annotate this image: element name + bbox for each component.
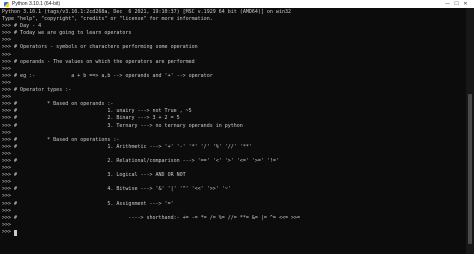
console-line-text: Python 3.10.1 (tags/v3.10.1:2cd268a, Dec…	[2, 9, 291, 15]
console-line: >>> # operands - The values on which the…	[2, 59, 464, 66]
console-line: Type "help", "copyright", "credits" or "…	[2, 16, 464, 23]
console-line: >>>	[2, 193, 464, 200]
console-line: >>>	[2, 37, 464, 44]
console-line: >>> # eg :- a + b ==> a,b --> operands a…	[2, 73, 464, 80]
console-line: >>> # * Based on operands :-	[2, 101, 464, 108]
console-line-text: >>> # 2. Binary ---> 3 + 2 = 5	[2, 115, 180, 122]
console-line: >>>	[2, 229, 464, 236]
console-line: >>>	[2, 222, 464, 229]
console-line-text: >>>	[2, 193, 12, 200]
console-line: >>>	[2, 130, 464, 137]
console-line: >>> # ----> shorthand:- += -= *= /= %= /…	[2, 215, 464, 222]
console-line-text: >>>	[2, 37, 12, 44]
console-line: >>> # 4. Bitwise ---> '&' '|' '^' '<<' '…	[2, 186, 464, 193]
python-console-window: Python 3.10.1 (64-bit) — ☐ ✕ Python 3.10…	[0, 0, 474, 254]
console-line-text: >>>	[2, 150, 12, 157]
console-line-text: >>>	[2, 165, 12, 172]
console-line-text: >>>	[2, 65, 12, 72]
console-line-text: >>>	[2, 207, 12, 214]
console-line: >>>	[2, 151, 464, 158]
console-line-text: >>> # Operator types :-	[2, 87, 72, 94]
console-line: >>> # Operator types :-	[2, 87, 464, 94]
console-line-text: >>> # 4. Bitwise ---> '&' '|' '^' '<<' '…	[2, 186, 231, 193]
console-line-text: >>> # Day - 4	[2, 23, 42, 30]
console-line: >>> # 2. Relational/comparison ---> '=='…	[2, 158, 464, 165]
console-line-text: >>> # 1. Arithmetic ---> '+' '-' '*' '/'…	[2, 143, 252, 150]
console-line: >>> # 3. Ternary ---> no ternary operand…	[2, 123, 464, 130]
console-line: >>>	[2, 80, 464, 87]
console-line-text: >>> # 3. Logical ---> AND OR NOT	[2, 172, 186, 179]
console-line: >>> # 1. unairy ---> not True , ~5	[2, 108, 464, 115]
console-line: >>> # Operators - symbols or characters …	[2, 44, 464, 51]
console-line-text: >>> # 2. Relational/comparison ---> '=='…	[2, 157, 279, 164]
python-icon	[4, 1, 9, 7]
console-line: >>>	[2, 94, 464, 101]
window-title: Python 3.10.1 (64-bit)	[12, 1, 61, 7]
console-line: >>> # * Based on operations :-	[2, 137, 464, 144]
console-line-text: >>> # operands - The values on which the…	[2, 58, 195, 65]
console-line: >>> # 2. Binary ---> 3 + 2 = 5	[2, 115, 464, 122]
window-controls: — ☐ ✕	[443, 0, 470, 8]
vertical-scrollbar[interactable]	[466, 8, 474, 254]
console-line-text: >>> # eg :- a + b ==> a,b --> operands a…	[2, 72, 213, 79]
console-line-text: >>>	[2, 51, 12, 58]
console-line-text: Type "help", "copyright", "credits" or "…	[2, 16, 213, 23]
console-line-text: >>> # 5. Assignment ---> '='	[2, 200, 174, 207]
maximize-button[interactable]: ☐	[452, 0, 461, 8]
console-line-text: >>> # 3. Ternary ---> no ternary operand…	[2, 122, 243, 129]
console-line-text: >>> # 1. unairy ---> not True , ~5	[2, 108, 192, 115]
console-line: >>>	[2, 66, 464, 73]
console-line: >>>	[2, 52, 464, 59]
console-line: >>>	[2, 179, 464, 186]
console-line: >>>	[2, 165, 464, 172]
text-cursor	[14, 230, 18, 236]
console-line-text: >>>	[2, 228, 15, 235]
console-line-text: >>> # Operators - symbols or characters …	[2, 44, 198, 51]
console-line-text: >>>	[2, 79, 12, 86]
console-line-text: >>>	[2, 221, 12, 228]
console-line: >>> # Day - 4	[2, 23, 464, 30]
console-line-text: >>>	[2, 94, 12, 101]
console-line-text: >>> # Today we are going to learn operat…	[2, 30, 132, 37]
console-line: >>> # 1. Arithmetic ---> '+' '-' '*' '/'…	[2, 144, 464, 151]
console-line-text: >>>	[2, 179, 12, 186]
close-button[interactable]: ✕	[461, 0, 470, 8]
scrollbar-thumb[interactable]	[468, 94, 472, 244]
console-line-text: >>>	[2, 129, 12, 136]
console-line: Python 3.10.1 (tags/v3.10.1:2cd268a, Dec…	[2, 9, 464, 16]
console-line: >>> # 5. Assignment ---> '='	[2, 201, 464, 208]
console-line: >>> # 3. Logical ---> AND OR NOT	[2, 172, 464, 179]
console-line: >>>	[2, 208, 464, 215]
console-line: >>> # Today we are going to learn operat…	[2, 30, 464, 37]
minimize-button[interactable]: —	[443, 0, 452, 8]
console-line-text: >>> # * Based on operands :-	[2, 101, 114, 108]
console-line-text: >>> # * Based on operations :-	[2, 136, 120, 143]
console-output[interactable]: Python 3.10.1 (tags/v3.10.1:2cd268a, Dec…	[2, 9, 464, 254]
title-bar[interactable]: Python 3.10.1 (64-bit) — ☐ ✕	[0, 0, 474, 8]
console-line-text: >>> # ----> shorthand:- += -= *= /= %= /…	[2, 214, 301, 221]
